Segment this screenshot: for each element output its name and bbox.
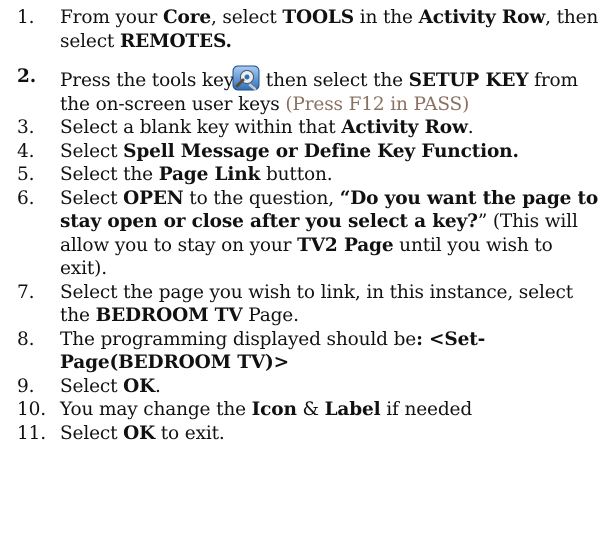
step-text: . [155, 375, 161, 397]
step-9: 9. Select OK. [0, 375, 601, 399]
step-text: & [296, 399, 325, 420]
step-text: Select [60, 375, 124, 397]
step-text: Select the [60, 164, 159, 185]
step-term: Activity Row [341, 117, 468, 138]
step-number: 9. [17, 375, 35, 397]
step-term: Page Link [158, 164, 261, 185]
step-number: 8. [17, 328, 35, 350]
step-number: 6. [17, 187, 35, 209]
step-term: TOOLS [282, 7, 354, 28]
step-text: in the [354, 7, 419, 28]
step-number: 11. [17, 422, 46, 444]
step-2: 2. Press the tools key then select the SE… [0, 65, 601, 116]
step-text: Select a blank key within that [60, 117, 342, 138]
step-text: You may change the [60, 399, 252, 420]
step-text: . [467, 117, 474, 138]
step-hint: (Press F12 in PASS) [285, 93, 470, 115]
step-term: Icon [251, 399, 297, 420]
step-number: 5. [17, 164, 35, 185]
step-term: OPEN [123, 187, 184, 209]
step-term: OK [123, 375, 156, 397]
step-term: Core [162, 7, 211, 28]
step-term: BEDROOM TV [95, 305, 243, 326]
step-6: 6. Select OPEN to the question, “Do you w… [0, 187, 601, 281]
step-number: 4. [17, 140, 35, 162]
step-text: then select the [260, 70, 409, 91]
step-number: 2. [17, 66, 37, 87]
step-text: if needed [380, 399, 473, 420]
step-1: 1. From your Core, select TOOLS in the Ac… [0, 6, 601, 53]
step-term: REMOTES. [119, 30, 232, 52]
step-text: The programming displayed should be [60, 328, 417, 350]
step-text: From your [60, 7, 163, 28]
step-text: Press the tools key [60, 70, 235, 91]
step-number: 3. [17, 117, 35, 138]
step-8: 8. The programming displayed should be: <… [0, 328, 601, 375]
step-number: 7. [17, 281, 35, 303]
step-5: 5. Select the Page Link button. [0, 163, 601, 187]
step-number: 1. [17, 7, 35, 28]
tools-key-icon [232, 65, 260, 91]
step-number: 10. [17, 399, 46, 420]
step-text: to the question, [183, 187, 340, 209]
step-3: 3. Select a blank key within that Activit… [0, 116, 601, 140]
step-term: OK [123, 422, 156, 444]
step-text: Select [60, 140, 124, 162]
step-text: button. [260, 164, 333, 185]
step-4: 4. Select Spell Message or Define Key Fun… [0, 140, 601, 164]
step-term: Activity Row [418, 7, 546, 28]
step-text: to exit. [155, 422, 225, 444]
step-text: Page. [242, 305, 299, 326]
instruction-list: 1. From your Core, select TOOLS in the Ac… [0, 6, 601, 445]
step-11: 11. Select OK to exit. [0, 422, 601, 446]
step-text: Select [60, 422, 124, 444]
step-text: , select [210, 7, 283, 28]
step-term: TV2 Page [297, 234, 394, 256]
step-10: 10. You may change the Icon & Label if ne… [0, 398, 601, 422]
step-term: Spell Message or Define Key Function. [123, 140, 519, 162]
step-term: SETUP KEY [408, 70, 529, 91]
step-text: Select [60, 187, 124, 209]
step-7: 7. Select the page you wish to link, in t… [0, 281, 601, 328]
step-term: Label [324, 399, 381, 420]
